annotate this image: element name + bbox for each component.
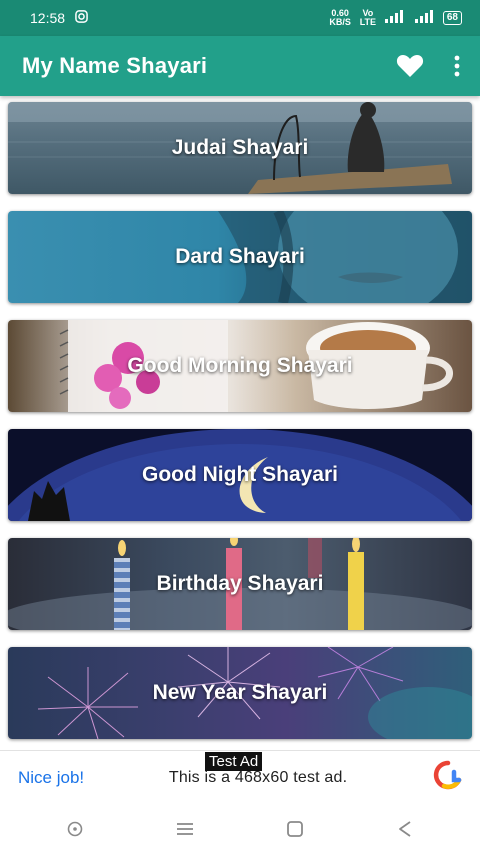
battery-indicator: 68 (442, 11, 462, 25)
category-label: Birthday Shayari (156, 572, 324, 595)
instagram-icon (75, 10, 88, 26)
volte-indicator: Vo LTE (359, 8, 377, 27)
ad-nice-text[interactable]: Nice job! (18, 768, 84, 788)
app-actions (396, 54, 460, 78)
home-button[interactable] (275, 814, 315, 844)
app-bar: My Name Shayari (0, 36, 480, 96)
ad-text[interactable]: This is a 468x60 test ad. (169, 769, 347, 787)
category-label: Judai Shayari (171, 136, 309, 159)
status-right: 0.60 KB/S Vo LTE 68 (329, 9, 462, 27)
category-card-dard[interactable]: Dard Shayari (8, 211, 472, 303)
category-label: Dard Shayari (175, 245, 305, 268)
assistant-button[interactable] (55, 814, 95, 844)
app-title: My Name Shayari (22, 53, 208, 78)
recents-button[interactable] (165, 814, 205, 844)
category-label: Good Night Shayari (141, 463, 338, 486)
back-button[interactable] (385, 814, 425, 844)
category-card-judai[interactable]: Judai Shayari (8, 102, 472, 194)
category-list[interactable]: Judai Shayari Dard Shayari Good Morning … (0, 100, 480, 750)
admob-logo-icon[interactable] (432, 760, 464, 795)
more-vert-icon[interactable] (454, 55, 460, 77)
category-card-birthday[interactable]: Birthday Shayari (8, 538, 472, 630)
ad-tag: Test Ad (205, 752, 263, 771)
status-bar: 12:58 0.60 KB/S Vo LTE 68 (0, 0, 480, 36)
signal-icon (384, 10, 407, 26)
category-label: New Year Shayari (152, 681, 328, 704)
status-time: 12:58 (30, 10, 66, 26)
category-card-good-morning[interactable]: Good Morning Shayari (8, 320, 472, 412)
network-speed: 0.60 KB/S (329, 8, 351, 27)
category-label: Good Morning Shayari (127, 354, 353, 377)
heart-icon[interactable] (396, 54, 424, 78)
status-left: 12:58 (30, 10, 88, 26)
category-card-new-year[interactable]: New Year Shayari (8, 647, 472, 739)
signal-icon-2 (414, 10, 435, 26)
category-card-good-night[interactable]: Good Night Shayari (8, 429, 472, 521)
system-nav-bar (0, 804, 480, 853)
